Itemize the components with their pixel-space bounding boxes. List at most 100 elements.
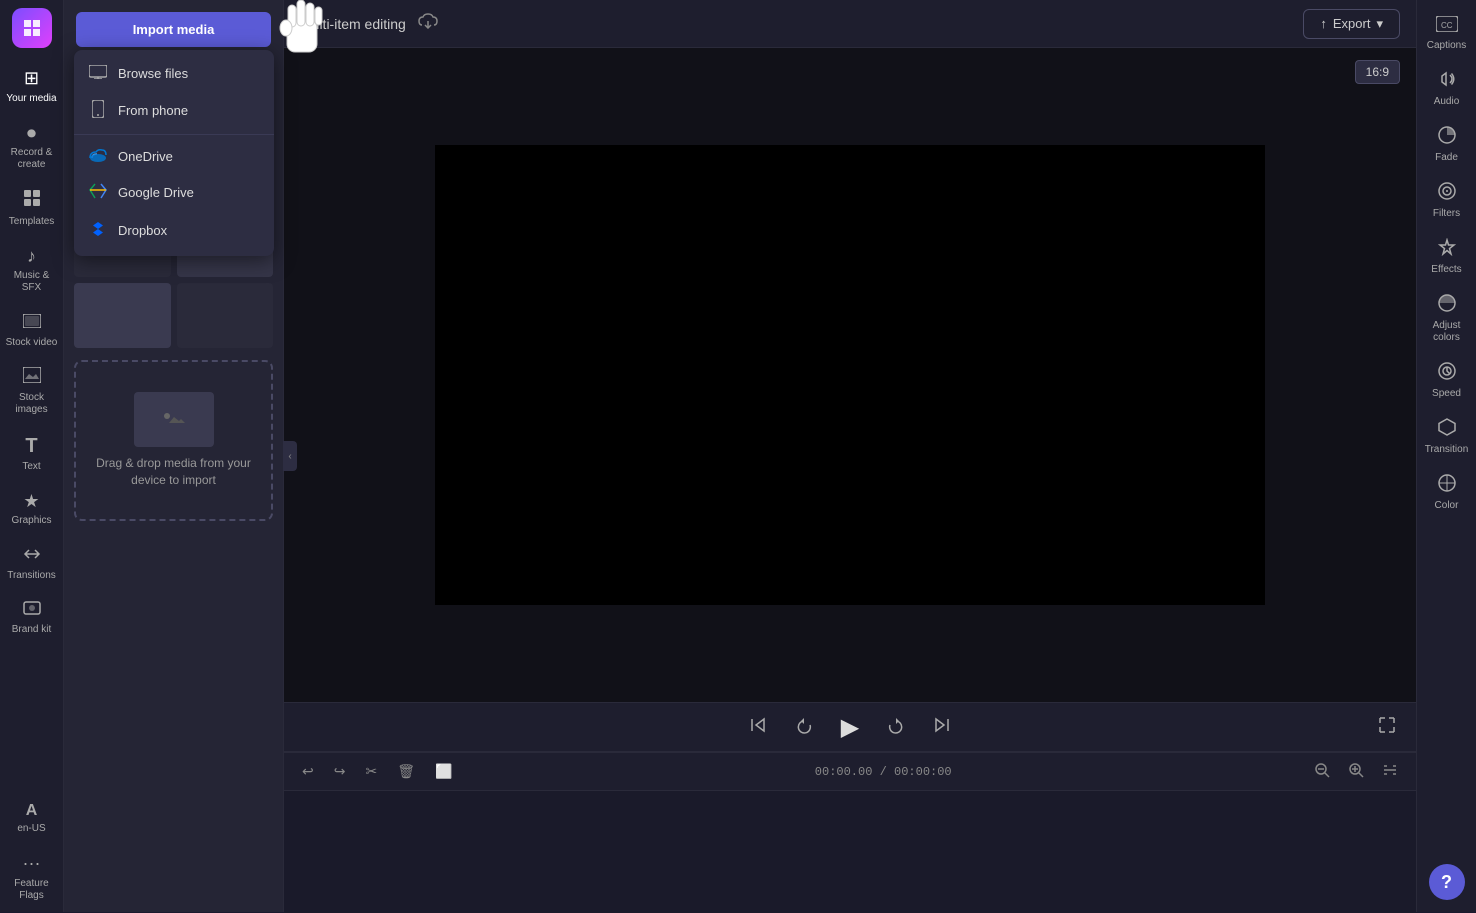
fit-timeline-button[interactable] <box>1376 758 1404 785</box>
drop-zone-icon <box>134 392 214 447</box>
browse-files-item[interactable]: Browse files <box>74 56 274 91</box>
sidebar-item-feature-flags[interactable]: ··· Feature Flags <box>2 845 62 910</box>
sidebar-item-label: Templates <box>9 216 55 228</box>
speed-icon <box>1438 362 1456 385</box>
undo-button[interactable]: ↩ <box>296 759 320 784</box>
dropdown-divider <box>74 134 274 135</box>
sidebar-item-label: Transitions <box>7 570 56 582</box>
sidebar-item-transitions[interactable]: Transitions <box>2 537 62 590</box>
media-thumbnail <box>177 283 274 348</box>
rs-label: Captions <box>1427 40 1466 52</box>
playback-controls: ▶ <box>284 702 1416 752</box>
right-sidebar: CC Captions Audio Fade Filters Effects A… <box>1416 0 1476 912</box>
onedrive-label: OneDrive <box>118 149 173 164</box>
import-media-button[interactable]: Import media <box>76 12 271 47</box>
total-time: 00:00:00 <box>894 765 952 779</box>
phone-icon <box>88 100 108 121</box>
drop-zone: Drag & drop media from your device to im… <box>74 360 273 521</box>
export-button[interactable]: ↑ Export ▾ <box>1303 9 1400 39</box>
forward-button[interactable] <box>883 712 909 743</box>
app-logo <box>12 8 52 48</box>
current-time: 00:00.00 <box>815 765 873 779</box>
google-drive-item[interactable]: Google Drive <box>74 174 274 211</box>
sidebar-item-brand-kit[interactable]: Brand kit <box>2 592 62 645</box>
timeline-content <box>284 791 1416 913</box>
sidebar-item-templates[interactable]: Templates <box>2 181 62 236</box>
fullscreen-button[interactable] <box>1378 716 1396 739</box>
play-button[interactable]: ▶ <box>837 709 863 746</box>
google-drive-label: Google Drive <box>118 185 194 200</box>
sidebar-item-your-media[interactable]: ⊞ Your media <box>2 60 62 113</box>
export-label: Export <box>1333 16 1371 31</box>
color-icon <box>1438 474 1456 497</box>
rs-item-speed[interactable]: Speed <box>1419 354 1475 408</box>
timeline-toolbar: ↩ ↪ ✂ 🗑 ⬜ 00:00.00 / 00:00:00 <box>284 753 1416 791</box>
duplicate-button[interactable]: ⬜ <box>429 759 458 784</box>
rs-item-captions[interactable]: CC Captions <box>1419 8 1475 60</box>
cut-button[interactable]: ✂ <box>359 759 383 784</box>
rs-item-color[interactable]: Color <box>1419 466 1475 520</box>
sidebar-item-label: Stock video <box>6 337 58 349</box>
rs-item-transition[interactable]: Transition <box>1419 410 1475 464</box>
sidebar-item-stock-video[interactable]: Stock video <box>2 304 62 357</box>
dropbox-icon <box>88 220 108 241</box>
from-phone-item[interactable]: From phone <box>74 91 274 130</box>
skip-forward-button[interactable] <box>929 712 955 743</box>
audio-icon <box>1438 70 1456 93</box>
rewind-button[interactable] <box>791 712 817 743</box>
rs-label: Color <box>1435 500 1459 512</box>
rs-label: Fade <box>1435 152 1458 164</box>
sidebar-item-music-sfx[interactable]: ♪ Music & SFX <box>2 238 62 303</box>
multi-edit-label: Multi-item editing <box>300 16 406 32</box>
rs-item-filters[interactable]: Filters <box>1419 174 1475 228</box>
zoom-out-button[interactable] <box>1308 758 1336 785</box>
stock-images-icon <box>23 367 41 389</box>
sidebar-item-stock-images[interactable]: Stock images <box>2 359 62 424</box>
media-panel: Import media Browse files From phone <box>64 0 284 912</box>
skip-back-button[interactable] <box>745 712 771 743</box>
dropbox-label: Dropbox <box>118 223 167 238</box>
svg-text:CC: CC <box>1441 21 1453 30</box>
cloud-save-button[interactable] <box>418 13 438 34</box>
effects-icon <box>1438 238 1456 261</box>
sidebar-item-text[interactable]: T Text <box>2 426 62 481</box>
rs-item-adjust-colors[interactable]: Adjustcolors <box>1419 286 1475 352</box>
browse-files-label: Browse files <box>118 66 188 81</box>
music-icon: ♪ <box>27 246 36 268</box>
help-button[interactable]: ? <box>1429 864 1465 900</box>
text-icon: T <box>25 434 37 458</box>
stock-video-icon <box>23 312 41 334</box>
your-media-icon: ⊞ <box>24 68 39 90</box>
filters-icon <box>1438 182 1456 205</box>
sidebar-item-graphics[interactable]: ★ Graphics <box>2 483 62 536</box>
rs-label: Effects <box>1431 264 1461 276</box>
captions-icon: CC <box>1436 16 1458 37</box>
panel-collapse-arrow[interactable]: ‹ <box>283 441 297 471</box>
sidebar-item-label: Record &create <box>11 147 53 171</box>
rs-label: Filters <box>1433 208 1460 220</box>
top-bar: Multi-item editing ↑ Export ▾ <box>284 0 1416 48</box>
rs-item-fade[interactable]: Fade <box>1419 118 1475 172</box>
zoom-in-button[interactable] <box>1342 758 1370 785</box>
aspect-ratio-badge[interactable]: 16:9 <box>1355 60 1400 84</box>
sidebar-item-label: Feature Flags <box>6 878 58 902</box>
dropbox-item[interactable]: Dropbox <box>74 211 274 250</box>
record-icon: ⏺ <box>27 123 36 145</box>
more-icon: ··· <box>23 853 41 875</box>
rs-item-effects[interactable]: Effects <box>1419 230 1475 284</box>
rs-item-audio[interactable]: Audio <box>1419 62 1475 116</box>
sidebar-item-en-us[interactable]: A en-US <box>2 793 62 843</box>
fade-icon <box>1438 126 1456 149</box>
monitor-icon <box>88 65 108 82</box>
transition-icon <box>1438 418 1456 441</box>
sidebar-item-record-create[interactable]: ⏺ Record &create <box>2 115 62 180</box>
delete-button[interactable]: 🗑 <box>391 759 421 784</box>
onedrive-item[interactable]: OneDrive <box>74 139 274 174</box>
time-separator: / <box>880 765 894 779</box>
redo-button[interactable]: ↪ <box>328 759 352 784</box>
brand-kit-icon <box>23 600 41 622</box>
main-area: Multi-item editing ↑ Export ▾ 16:9 ▶ <box>284 0 1416 912</box>
sidebar-item-label: Graphics <box>11 515 51 527</box>
left-sidebar: ⊞ Your media ⏺ Record &create Templates … <box>0 0 64 912</box>
adjust-colors-icon <box>1438 294 1456 317</box>
